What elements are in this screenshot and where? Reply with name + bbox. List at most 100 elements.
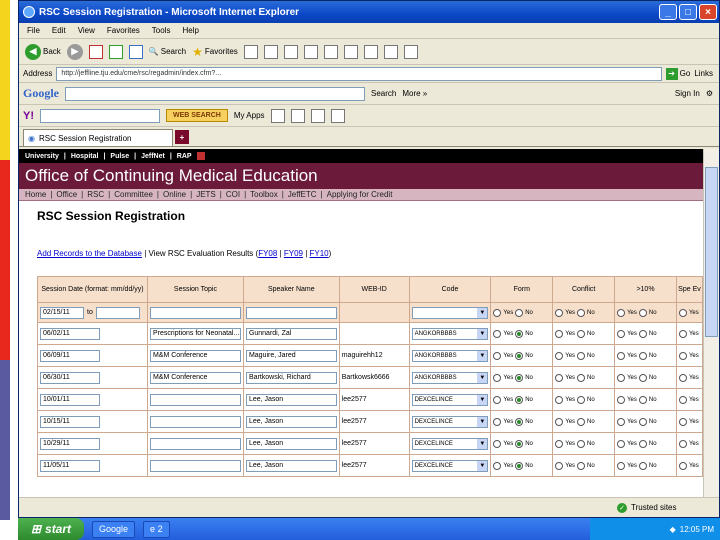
over10-no-radio[interactable] [638, 329, 647, 338]
cut-icon[interactable] [363, 44, 378, 59]
tray-icon[interactable]: ◆ [670, 525, 676, 534]
games-app-icon[interactable] [330, 108, 345, 123]
session-topic-input[interactable]: Prescriptions for Neonatal... [149, 327, 241, 340]
conflict-yes-radio[interactable] [555, 308, 564, 317]
copy-icon[interactable] [383, 44, 398, 59]
session-date-input[interactable]: 10/29/11 [40, 437, 100, 450]
conflict-no-radio[interactable] [577, 373, 586, 382]
conflict-no-radio[interactable] [577, 351, 586, 360]
form-yes-radio[interactable] [493, 308, 502, 317]
scroll-thumb[interactable] [705, 167, 718, 337]
session-date-input[interactable]: 11/05/11 [40, 459, 100, 472]
form-yes-radio[interactable] [493, 417, 502, 426]
over10-no-radio[interactable] [638, 373, 647, 382]
form-no-radio[interactable] [515, 308, 524, 317]
paste-icon[interactable] [403, 44, 418, 59]
link-university[interactable]: University [25, 153, 59, 160]
new-tab-button[interactable]: + [175, 130, 189, 144]
edit-icon[interactable] [303, 44, 318, 59]
add-records-link[interactable]: Add Records to the Database [37, 249, 142, 258]
conflict-yes-radio[interactable] [555, 329, 564, 338]
code-select[interactable]: DEXCELINCE ▼ [411, 437, 489, 450]
form-no-radio[interactable] [515, 329, 524, 338]
menu-view[interactable]: View [78, 26, 95, 35]
over10-yes-radio[interactable] [617, 395, 626, 404]
filter-topic-input[interactable] [149, 306, 241, 319]
nav-rsc[interactable]: RSC [87, 190, 104, 199]
over10-yes-radio[interactable] [617, 417, 626, 426]
speaker-eval-yes-radio[interactable] [678, 395, 687, 404]
mail-app-icon[interactable] [270, 108, 285, 123]
over10-yes-radio[interactable] [617, 439, 626, 448]
link-pulse[interactable]: Pulse [110, 153, 129, 160]
filter-speaker-input[interactable] [245, 306, 337, 319]
nav-applying-for-credit[interactable]: Applying for Credit [327, 190, 393, 199]
code-select[interactable]: ANGKORBBBS ▼ [411, 371, 489, 384]
over10-no-radio[interactable] [638, 395, 647, 404]
google-search-input[interactable] [65, 86, 365, 101]
filter-date-to-input[interactable] [95, 306, 140, 319]
form-no-radio[interactable] [515, 439, 524, 448]
conflict-no-radio[interactable] [577, 439, 586, 448]
nav-jets[interactable]: JETS [196, 190, 216, 199]
back-button[interactable]: ◀ Back [25, 43, 61, 60]
form-yes-radio[interactable] [493, 329, 502, 338]
speaker-eval-yes-radio[interactable] [678, 329, 687, 338]
menu-favorites[interactable]: Favorites [107, 26, 140, 35]
maximize-button[interactable]: □ [679, 4, 697, 20]
session-topic-input[interactable] [149, 437, 241, 450]
my-apps-button[interactable]: My Apps [234, 111, 265, 120]
conflict-no-radio[interactable] [577, 461, 586, 470]
history-icon[interactable] [243, 44, 258, 59]
taskbar-ie-group[interactable]: e 2 [143, 520, 170, 538]
session-date-input[interactable]: 06/02/11 [40, 327, 100, 340]
session-topic-input[interactable] [149, 459, 241, 472]
menu-edit[interactable]: Edit [52, 26, 66, 35]
code-select[interactable]: ANGKORBBBS ▼ [411, 349, 489, 362]
speaker-eval-yes-radio[interactable] [678, 373, 687, 382]
messenger-icon[interactable] [343, 44, 358, 59]
web-search-button[interactable]: WEB SEARCH [166, 109, 228, 122]
conflict-yes-radio[interactable] [555, 395, 564, 404]
filter-code-select[interactable]: ▼ [411, 306, 489, 319]
minimize-button[interactable]: _ [659, 4, 677, 20]
speaker-name-input[interactable]: Lee, Jason [245, 415, 337, 428]
search-button[interactable]: 🔍 Search [149, 47, 186, 56]
over10-yes-radio[interactable] [617, 461, 626, 470]
form-no-radio[interactable] [515, 395, 524, 404]
nav-toolbox[interactable]: Toolbox [250, 190, 278, 199]
address-input[interactable]: http://jeffline.tju.edu/cme/rsc/regadmin… [56, 66, 662, 81]
session-topic-input[interactable]: M&M Conference [149, 349, 241, 362]
code-select[interactable]: DEXCELINCE ▼ [411, 415, 489, 428]
start-button[interactable]: ⊞ start [18, 518, 84, 540]
over10-yes-radio[interactable] [617, 351, 626, 360]
forward-button[interactable]: ▶ [66, 43, 83, 60]
fy08-link[interactable]: FY08 [258, 249, 277, 258]
form-yes-radio[interactable] [493, 351, 502, 360]
nav-coi[interactable]: COI [226, 190, 240, 199]
weather-app-icon[interactable] [290, 108, 305, 123]
conflict-yes-radio[interactable] [555, 417, 564, 426]
form-no-radio[interactable] [515, 417, 524, 426]
link-rap[interactable]: RAP [177, 153, 192, 160]
speaker-name-input[interactable]: Lee, Jason [245, 459, 337, 472]
conflict-yes-radio[interactable] [555, 351, 564, 360]
go-button[interactable]: ➔ Go [665, 67, 690, 80]
form-no-radio[interactable] [515, 461, 524, 470]
yahoo-search-input[interactable] [40, 108, 160, 123]
discuss-icon[interactable] [323, 44, 338, 59]
form-no-radio[interactable] [515, 373, 524, 382]
session-date-input[interactable]: 10/01/11 [40, 393, 100, 406]
menu-file[interactable]: File [27, 26, 40, 35]
mail-icon[interactable] [263, 44, 278, 59]
nav-jeffetc[interactable]: JeffETC [288, 190, 317, 199]
nav-home[interactable]: Home [25, 190, 46, 199]
google-more-button[interactable]: More » [402, 89, 427, 98]
speaker-name-input[interactable]: Lee, Jason [245, 437, 337, 450]
speaker-eval-yes-radio[interactable] [678, 351, 687, 360]
form-yes-radio[interactable] [493, 439, 502, 448]
conflict-no-radio[interactable] [577, 395, 586, 404]
links-button[interactable]: Links [694, 69, 719, 78]
vertical-scrollbar[interactable] [703, 149, 719, 497]
form-yes-radio[interactable] [493, 373, 502, 382]
